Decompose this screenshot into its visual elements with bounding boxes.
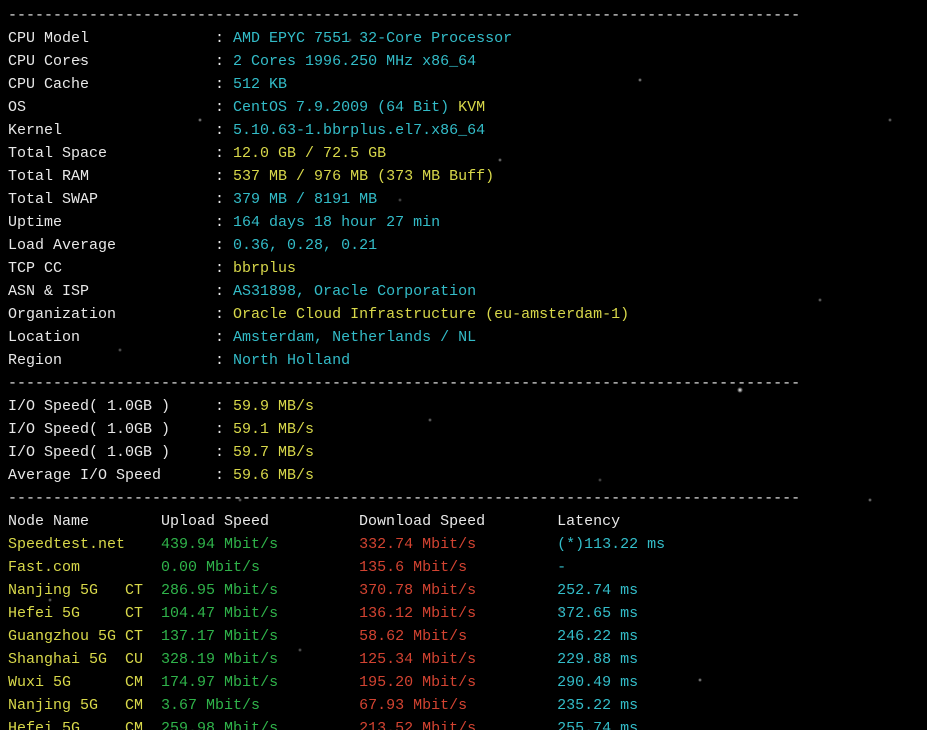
terminal-output: ----------------------------------------… xyxy=(0,0,927,730)
